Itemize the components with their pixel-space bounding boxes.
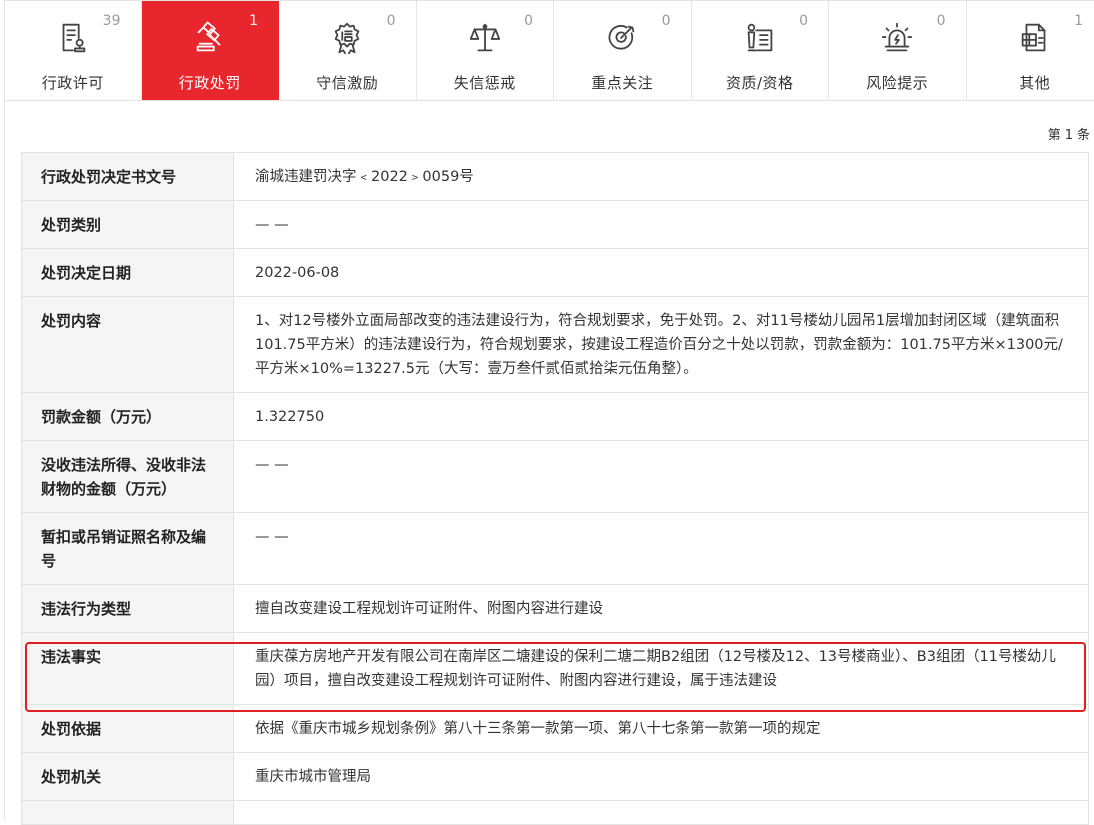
tab-count: 0 <box>387 13 396 29</box>
field-label: 处罚机关 <box>22 753 234 801</box>
penalty-detail-table: 行政处罚决定书文号 渝城违建罚决字﹤2022﹥0059号 处罚类别 — — 处罚… <box>21 152 1089 825</box>
tab-label: 守信激励 <box>279 72 416 93</box>
field-value: 重庆葆方房地产开发有限公司在南岸区二塘建设的保利二塘二期B2组团（12号楼及12… <box>234 633 1089 705</box>
tab-label: 其他 <box>967 72 1094 93</box>
field-label <box>22 801 234 825</box>
tab-dishonesty-punishment[interactable]: 0 失信惩戒 <box>417 1 555 100</box>
tab-label: 行政处罚 <box>142 72 279 93</box>
tab-qualification[interactable]: 0 资质/资格 <box>692 1 830 100</box>
table-row: 违法行为类型 擅自改变建设工程规划许可证附件、附图内容进行建设 <box>22 585 1089 633</box>
field-value: — — <box>234 201 1089 249</box>
field-value: 1.322750 <box>234 393 1089 441</box>
field-label: 没收违法所得、没收非法财物的金额（万元） <box>22 441 234 513</box>
tab-label: 行政许可 <box>5 72 141 93</box>
table-row: 处罚依据 依据《重庆市城乡规划条例》第八十三条第一款第一项、第八十七条第一款第一… <box>22 705 1089 753</box>
category-tabbar: 39 行政许可 1 <box>4 0 1094 101</box>
grid-document-icon <box>1015 18 1055 58</box>
record-number: 1 <box>1065 128 1074 143</box>
tab-label: 重点关注 <box>554 72 691 93</box>
field-value: 2022-06-08 <box>234 249 1089 297</box>
field-label: 处罚内容 <box>22 297 234 393</box>
record-suffix: 条 <box>1077 128 1091 143</box>
field-label: 处罚决定日期 <box>22 249 234 297</box>
tab-count: 39 <box>103 13 121 29</box>
table-row: 行政处罚决定书文号 渝城违建罚决字﹤2022﹥0059号 <box>22 153 1089 201</box>
field-label: 暂扣或吊销证照名称及编号 <box>22 513 234 585</box>
credit-seal-icon <box>327 18 367 58</box>
field-label: 处罚依据 <box>22 705 234 753</box>
field-value: 依据《重庆市城乡规划条例》第八十三条第一款第一项、第八十七条第一款第一项的规定 <box>234 705 1089 753</box>
field-value: 1、对12号楼外立面局部改变的违法建设行为，符合规划要求，免于处罚。2、对11号… <box>234 297 1089 393</box>
field-value: — — <box>234 513 1089 585</box>
record-counter: 第1条 <box>1048 124 1091 143</box>
alarm-light-icon <box>877 18 917 58</box>
tab-count: 0 <box>662 13 671 29</box>
tab-count: 0 <box>937 13 946 29</box>
tab-count: 1 <box>1074 13 1083 29</box>
tab-administrative-license[interactable]: 39 行政许可 <box>4 1 142 100</box>
table-row: 没收违法所得、没收非法财物的金额（万元） — — <box>22 441 1089 513</box>
table-row: 处罚机关 重庆市城市管理局 <box>22 753 1089 801</box>
tab-count: 0 <box>799 13 808 29</box>
balance-scale-icon <box>465 18 505 58</box>
table-row: 暂扣或吊销证照名称及编号 — — <box>22 513 1089 585</box>
tab-risk-warning[interactable]: 0 风险提示 <box>829 1 967 100</box>
record-prefix: 第 <box>1048 128 1062 143</box>
field-value: 渝城违建罚决字﹤2022﹥0059号 <box>234 153 1089 201</box>
certificate-icon <box>740 18 780 58</box>
tab-count: 0 <box>524 13 533 29</box>
gavel-icon <box>190 18 230 58</box>
field-value: — — <box>234 441 1089 513</box>
tab-other[interactable]: 1 其他 <box>967 1 1094 100</box>
tab-label: 风险提示 <box>829 72 966 93</box>
tab-administrative-penalty[interactable]: 1 行政处罚 <box>142 1 280 100</box>
tab-credit-incentive[interactable]: 0 守信激励 <box>279 1 417 100</box>
field-label: 违法事实 <box>22 633 234 705</box>
tab-label: 资质/资格 <box>692 72 829 93</box>
table-row: 处罚类别 — — <box>22 201 1089 249</box>
table-row: 处罚决定日期 2022-06-08 <box>22 249 1089 297</box>
target-icon <box>602 18 642 58</box>
field-label: 罚款金额（万元） <box>22 393 234 441</box>
table-row: 处罚内容 1、对12号楼外立面局部改变的违法建设行为，符合规划要求，免于处罚。2… <box>22 297 1089 393</box>
field-label: 违法行为类型 <box>22 585 234 633</box>
penalty-detail-panel: 第1条 行政处罚决定书文号 渝城违建罚决字﹤2022﹥0059号 处罚类别 — … <box>4 101 1094 821</box>
tab-label: 失信惩戒 <box>417 72 554 93</box>
tab-key-attention[interactable]: 0 重点关注 <box>554 1 692 100</box>
field-value: 擅自改变建设工程规划许可证附件、附图内容进行建设 <box>234 585 1089 633</box>
field-value <box>234 801 1089 825</box>
field-label: 处罚类别 <box>22 201 234 249</box>
table-row <box>22 801 1089 825</box>
field-value: 重庆市城市管理局 <box>234 753 1089 801</box>
tab-count: 1 <box>249 13 258 29</box>
document-stamp-icon <box>53 18 93 58</box>
table-row-highlighted: 违法事实 重庆葆方房地产开发有限公司在南岸区二塘建设的保利二塘二期B2组团（12… <box>22 633 1089 705</box>
field-label: 行政处罚决定书文号 <box>22 153 234 201</box>
table-row: 罚款金额（万元） 1.322750 <box>22 393 1089 441</box>
